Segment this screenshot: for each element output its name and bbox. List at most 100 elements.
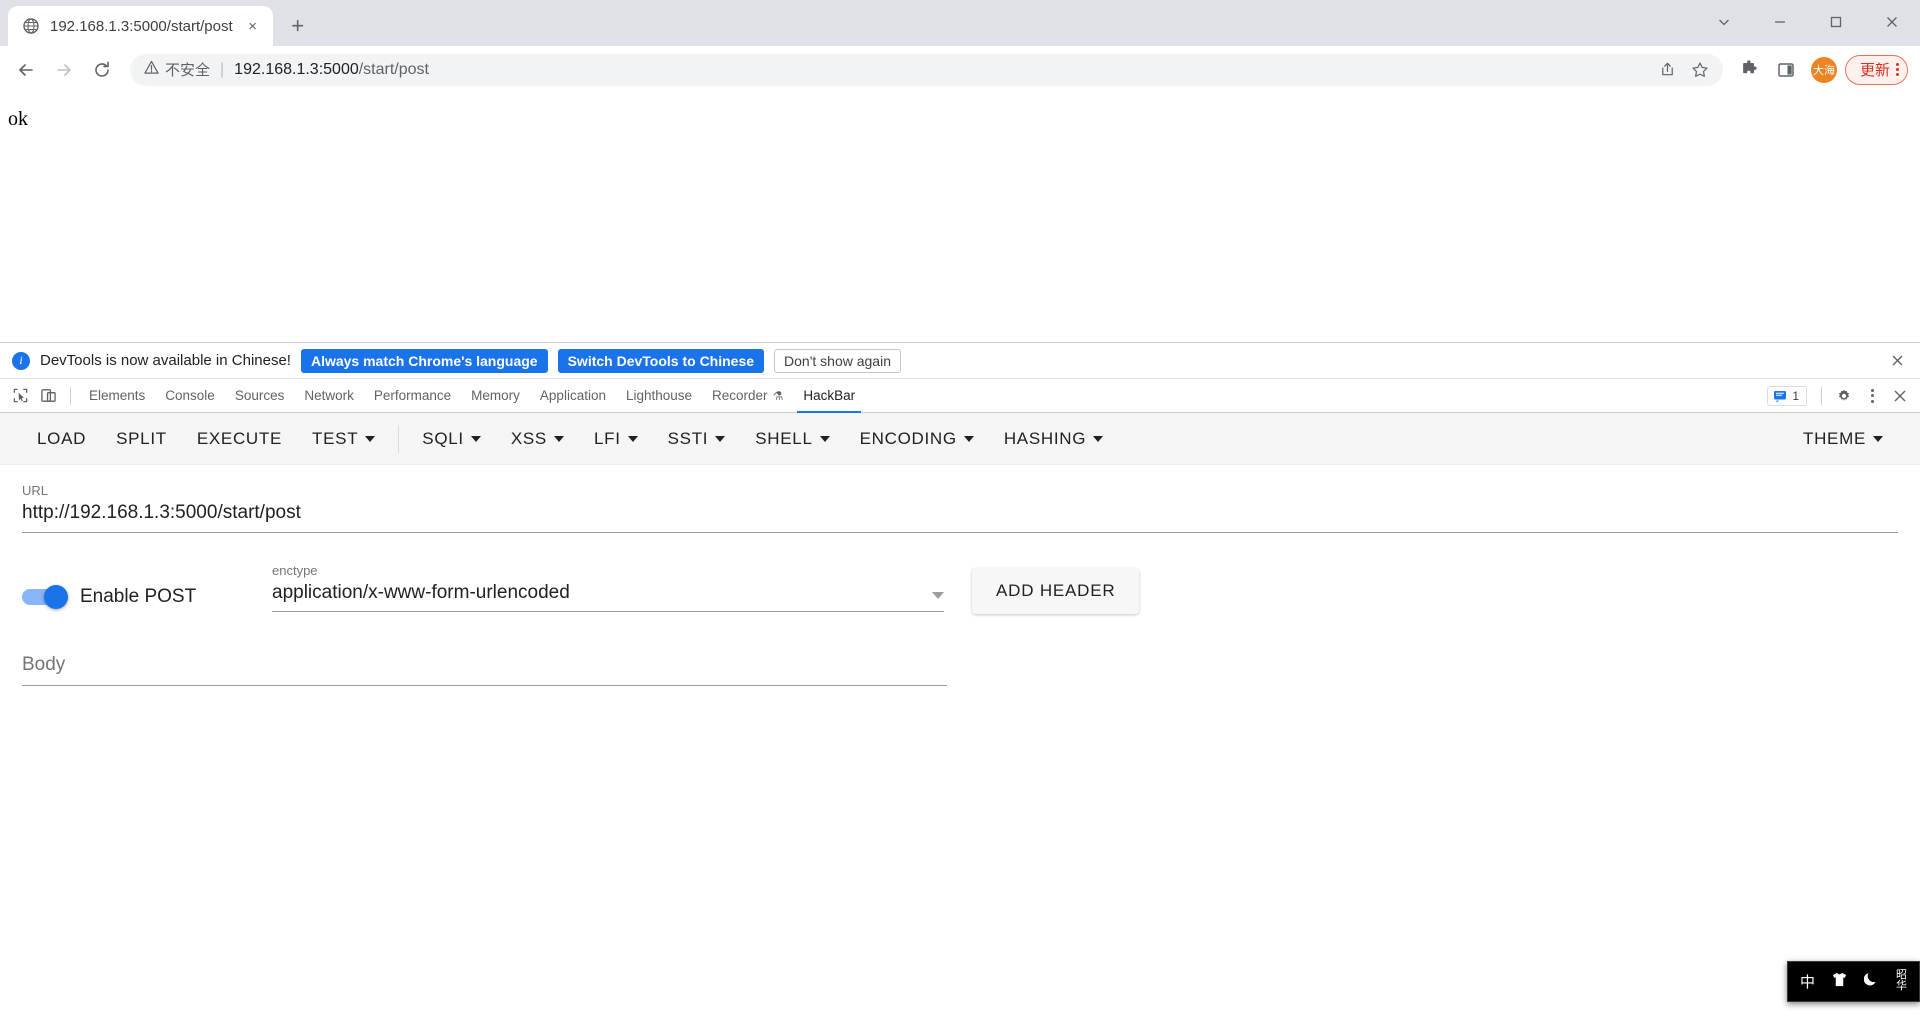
tab-performance[interactable]: Performance (364, 379, 461, 413)
devtools-close-icon[interactable] (1886, 382, 1914, 410)
forward-icon[interactable] (46, 52, 82, 88)
tab-lighthouse[interactable]: Lighthouse (616, 379, 702, 413)
url-field[interactable]: URL http://192.168.1.3:5000/start/post (22, 483, 1898, 533)
tab-search-chevron-icon[interactable] (1696, 0, 1752, 44)
tab-elements[interactable]: Elements (79, 379, 155, 413)
label: SQLI (422, 428, 464, 448)
tab-label: Recorder (712, 388, 768, 403)
hackbar-hashing-menu[interactable]: HASHING (989, 413, 1118, 465)
devtools-more-icon[interactable] (1858, 382, 1886, 410)
maximize-icon[interactable] (1808, 0, 1864, 44)
hackbar-execute-button[interactable]: EXECUTE (182, 413, 297, 465)
devtools-tabbar-right: 1 (1767, 382, 1920, 410)
hackbar-load-button[interactable]: LOAD (22, 413, 101, 465)
tab-network[interactable]: Network (294, 379, 364, 413)
enctype-field[interactable]: enctype application/x-www-form-urlencode… (272, 563, 944, 612)
shirt-icon[interactable] (1831, 972, 1848, 991)
enctype-field-label: enctype (272, 563, 318, 578)
inspect-element-icon[interactable] (6, 382, 34, 410)
right-divider (1821, 386, 1822, 405)
tab-label: Memory (471, 388, 520, 403)
hackbar-shell-menu[interactable]: SHELL (740, 413, 844, 465)
omnibox-separator: | (220, 60, 225, 78)
hackbar-test-menu[interactable]: TEST (297, 413, 390, 465)
toggle-knob (44, 585, 68, 609)
always-match-language-button[interactable]: Always match Chrome's language (300, 348, 548, 373)
puzzle-icon[interactable] (1733, 53, 1767, 87)
ime-status-widget[interactable]: 中 昭 华 (1786, 960, 1920, 1002)
switch-devtools-language-button[interactable]: Switch DevTools to Chinese (557, 348, 765, 373)
tab-close-icon[interactable]: × (243, 16, 263, 36)
close-window-icon[interactable] (1864, 0, 1920, 44)
page-viewport: ok (0, 94, 1920, 342)
avatar[interactable]: 大海 (1810, 56, 1837, 83)
star-icon[interactable] (1685, 55, 1715, 85)
security-text: 不安全 (165, 62, 211, 79)
hackbar-form: URL http://192.168.1.3:5000/start/post E… (0, 465, 1920, 686)
url-field-label: URL (22, 483, 49, 498)
tab-memory[interactable]: Memory (461, 379, 530, 413)
device-toolbar-icon[interactable] (34, 382, 62, 410)
label: ENCODING (859, 428, 957, 448)
omnibox-url-host: 192.168.1.3:5000 (234, 60, 359, 78)
window-controls (1696, 0, 1920, 44)
label: SSTI (667, 428, 709, 448)
chevron-down-icon (1093, 435, 1104, 442)
enctype-select-value[interactable]: application/x-www-form-urlencoded (272, 582, 932, 604)
info-icon: i (12, 351, 30, 370)
tab-console[interactable]: Console (155, 379, 225, 413)
tab-hackbar[interactable]: HackBar (793, 379, 865, 413)
toolbar-divider (70, 386, 71, 405)
url-input[interactable]: http://192.168.1.3:5000/start/post (22, 502, 1898, 533)
label: XSS (510, 428, 547, 448)
tab-label: Application (539, 388, 606, 403)
new-tab-button[interactable]: + (281, 9, 315, 43)
browser-tab[interactable]: 192.168.1.3:5000/start/post × (8, 6, 273, 46)
ime-label[interactable]: 昭 华 (1896, 969, 1907, 993)
reload-icon[interactable] (84, 52, 120, 88)
kebab-menu-icon[interactable] (1896, 63, 1899, 76)
minimize-icon[interactable] (1752, 0, 1808, 44)
enable-post-toggle[interactable]: Enable POST (22, 585, 272, 612)
banner-close-icon[interactable] (1886, 350, 1908, 372)
chevron-down-icon[interactable] (932, 592, 944, 599)
label: EXECUTE (196, 428, 283, 448)
update-button[interactable]: 更新 (1844, 54, 1908, 85)
security-indicator[interactable]: 不安全 (144, 59, 210, 80)
hackbar-split-button[interactable]: SPLIT (101, 413, 182, 465)
chevron-down-icon (365, 435, 376, 442)
back-icon[interactable] (8, 52, 44, 88)
dont-show-again-button[interactable]: Don't show again (774, 348, 901, 373)
hackbar-panel: LOAD SPLIT EXECUTE TEST SQLI XSS LFI SST… (0, 413, 1920, 1030)
label: SHELL (755, 428, 813, 448)
screen-root: 192.168.1.3:5000/start/post × + 不安全 | 19… (0, 0, 1920, 1030)
toggle-switch[interactable] (22, 585, 68, 609)
message-icon (1774, 390, 1787, 402)
address-bar[interactable]: 不安全 | 192.168.1.3:5000/start/post (130, 53, 1723, 86)
tab-label: Elements (89, 388, 146, 403)
share-icon[interactable] (1653, 55, 1683, 85)
hackbar-encoding-menu[interactable]: ENCODING (845, 413, 989, 465)
chevron-down-icon (1873, 435, 1883, 442)
hackbar-theme-menu[interactable]: THEME (1788, 413, 1898, 465)
devtools-language-banner: i DevTools is now available in Chinese! … (0, 343, 1920, 379)
add-header-button[interactable]: ADD HEADER (972, 568, 1140, 614)
tab-sources[interactable]: Sources (225, 379, 295, 413)
banner-message: DevTools is now available in Chinese! (40, 352, 291, 369)
message-badge[interactable]: 1 (1767, 385, 1807, 406)
gear-icon[interactable] (1830, 382, 1858, 410)
devtools-tab-bar: Elements Console Sources Network Perform… (0, 379, 1920, 413)
omnibox-actions (1653, 55, 1715, 85)
hackbar-sqli-menu[interactable]: SQLI (407, 413, 496, 465)
side-panel-icon[interactable] (1769, 53, 1803, 87)
moon-icon[interactable] (1863, 971, 1880, 991)
hackbar-xss-menu[interactable]: XSS (496, 413, 579, 465)
body-field[interactable]: Body (22, 654, 947, 686)
tab-application[interactable]: Application (530, 379, 616, 413)
page-content: ok (8, 108, 28, 130)
hackbar-lfi-menu[interactable]: LFI (579, 413, 653, 465)
hackbar-ssti-menu[interactable]: SSTI (653, 413, 741, 465)
tab-strip: 192.168.1.3:5000/start/post × + (0, 0, 1920, 46)
tab-recorder[interactable]: Recorder ⚗ (702, 379, 793, 413)
ime-mode-label[interactable]: 中 (1800, 971, 1815, 992)
